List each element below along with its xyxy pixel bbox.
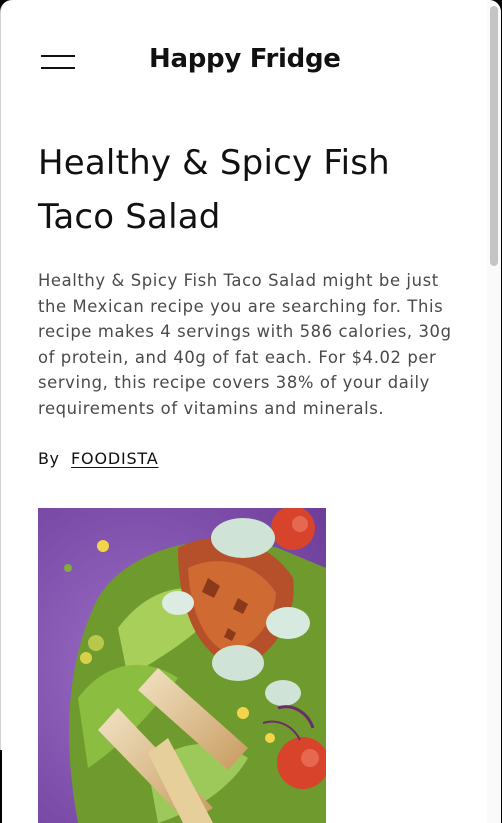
menu-line-top — [41, 55, 75, 57]
app-frame: Happy Fridge Healthy & Spicy Fish Taco S… — [0, 0, 501, 823]
brand-logo[interactable]: Happy Fridge — [149, 44, 341, 74]
menu-line-bottom — [41, 67, 75, 69]
author-link[interactable]: FOODISTA — [71, 449, 158, 468]
byline-label: By — [38, 448, 60, 468]
byline: By FOODISTA — [38, 449, 458, 468]
recipe-content: Healthy & Spicy Fish Taco Salad Healthy … — [38, 136, 458, 468]
window-edge — [0, 750, 2, 823]
site-header: Happy Fridge — [1, 0, 489, 124]
recipe-image — [38, 508, 326, 823]
fish-taco-salad-photo — [38, 508, 326, 823]
recipe-summary: Healthy & Spicy Fish Taco Salad might be… — [38, 271, 452, 418]
menu-button[interactable] — [37, 50, 79, 76]
vertical-scrollbar[interactable] — [487, 0, 501, 823]
recipe-title: Healthy & Spicy Fish Taco Salad — [38, 143, 390, 237]
scrollbar-thumb[interactable] — [490, 6, 498, 266]
